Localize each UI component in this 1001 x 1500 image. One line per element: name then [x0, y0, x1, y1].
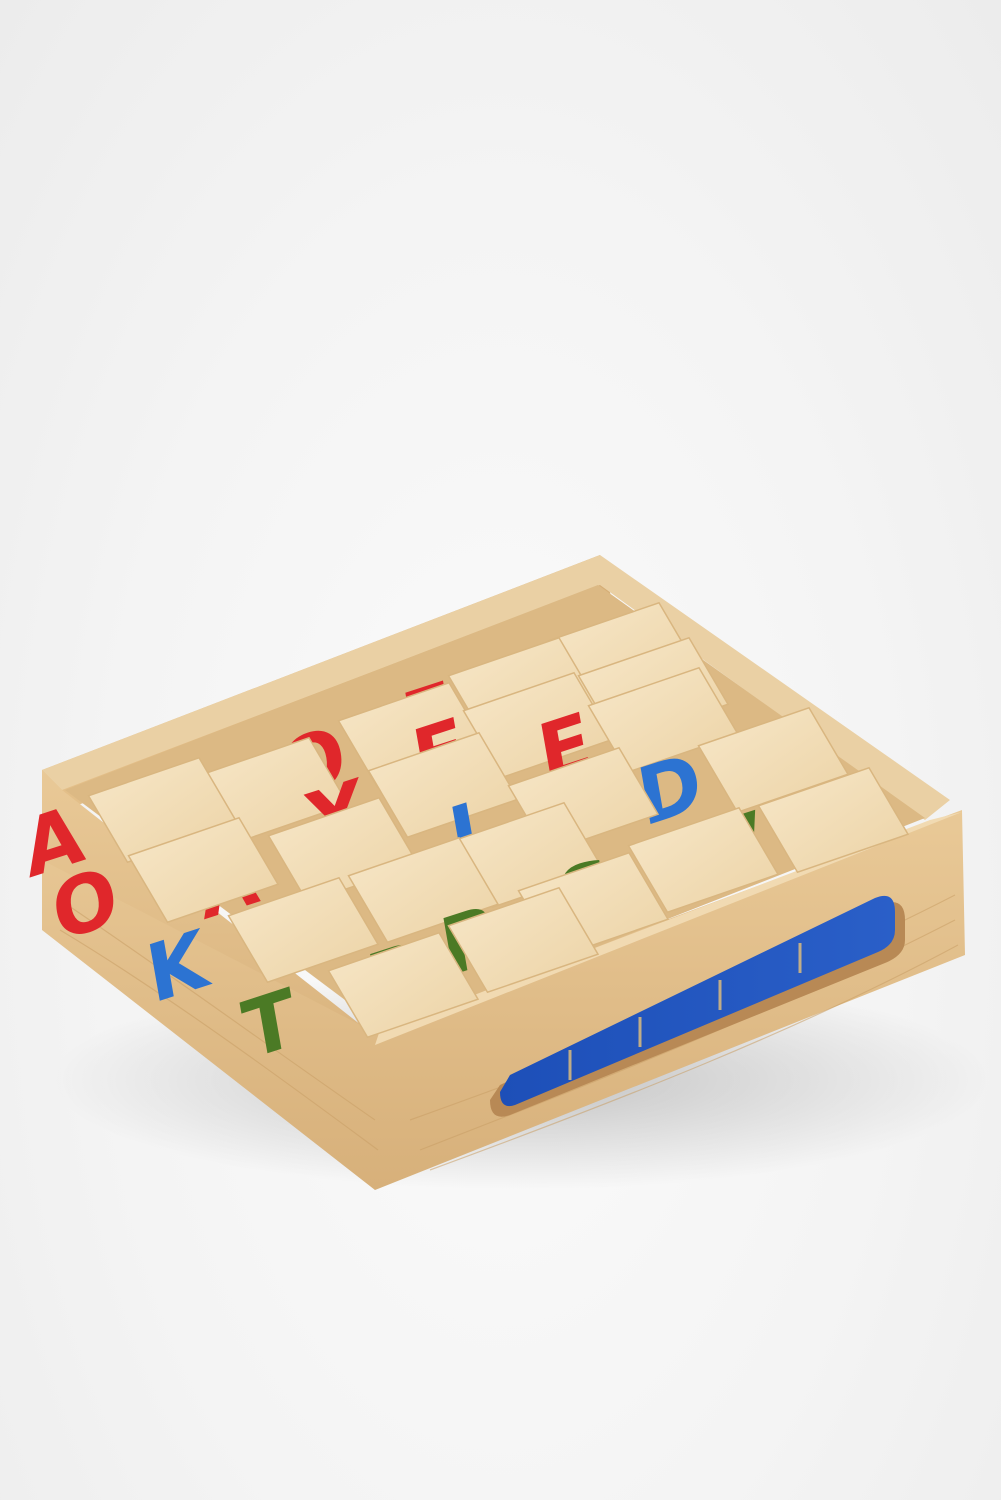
photo-scene: IEIOEEDUYLWAAQSOGRKPT — [17, 555, 990, 1190]
